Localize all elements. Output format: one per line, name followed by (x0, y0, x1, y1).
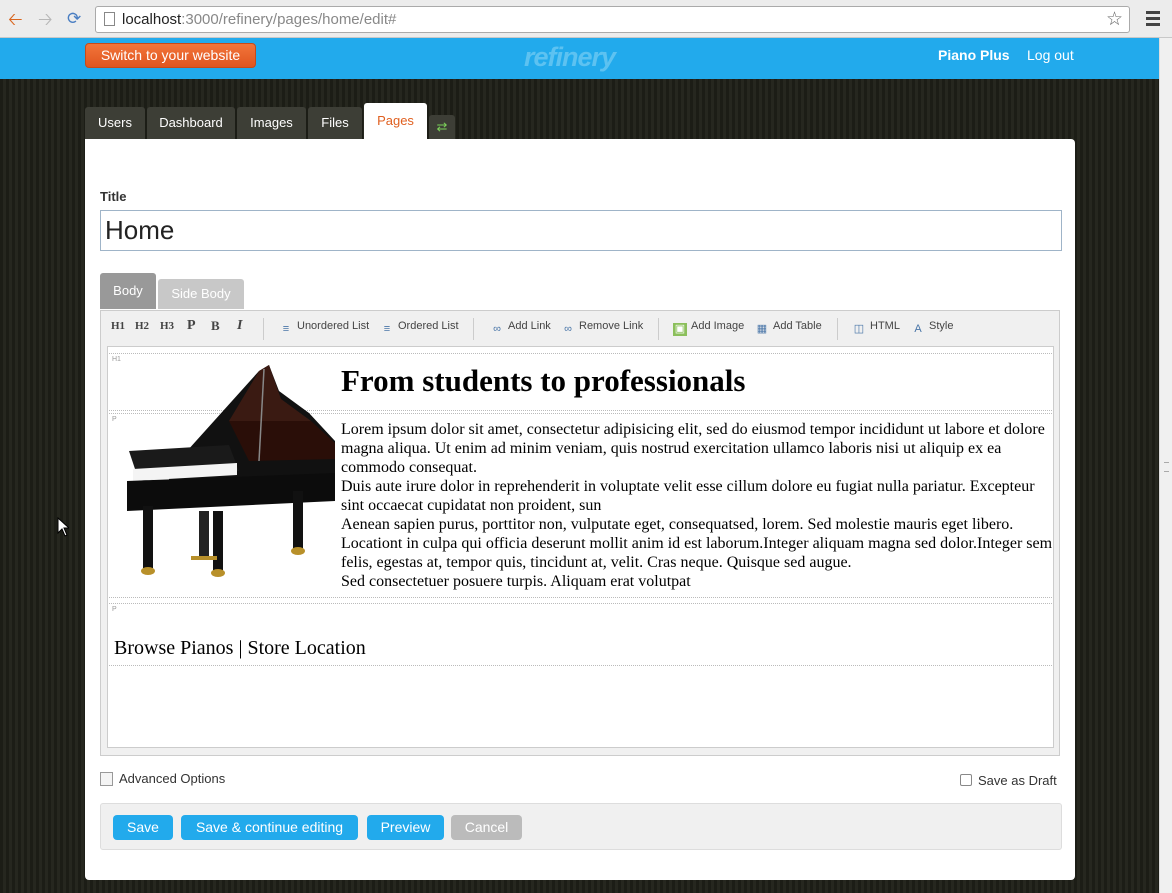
ordered-list-button[interactable]: ≡ Ordered List (380, 320, 459, 336)
content-links-line[interactable]: Browse Pianos | Store Location (114, 637, 366, 660)
advanced-options-link[interactable]: Advanced Options (100, 771, 225, 786)
browser-menu-icon[interactable] (1146, 11, 1160, 29)
page-icon (104, 12, 115, 26)
tab-dashboard[interactable]: Dashboard (147, 107, 235, 139)
tab-pages[interactable]: Pages (364, 103, 427, 139)
cancel-button[interactable]: Cancel (451, 815, 522, 840)
ordered-list-icon: ≡ (383, 323, 391, 335)
editor-content[interactable]: H1 P P From students to professionals Lo… (107, 346, 1054, 748)
content-paragraph[interactable]: Lorem ipsum dolor sit amet, consectetur … (341, 420, 1053, 591)
save-button[interactable]: Save (113, 815, 173, 840)
html-button[interactable]: ◫ HTML (852, 320, 900, 336)
preview-button[interactable]: Preview (367, 815, 444, 840)
mouse-cursor-icon (57, 517, 69, 537)
save-as-draft-option[interactable]: Save as Draft (960, 773, 1057, 788)
html-icon: ◫ (853, 323, 865, 335)
remove-link-button[interactable]: ∞ Remove Link (561, 320, 643, 336)
title-label: Title (100, 189, 127, 204)
title-input[interactable]: Home (100, 210, 1062, 251)
tab-users[interactable]: Users (85, 107, 145, 139)
url-text: localhost:3000/refinery/pages/home/edit# (122, 11, 397, 28)
reload-icon[interactable]: ⟳ (67, 9, 81, 29)
table-icon: ▦ (756, 323, 768, 335)
image-icon: ▣ (673, 323, 687, 336)
forward-icon[interactable]: 🡢 (38, 9, 53, 29)
tab-images[interactable]: Images (237, 107, 306, 139)
bookmark-star-icon[interactable]: ☆ (1106, 8, 1123, 31)
unlink-icon: ∞ (564, 323, 572, 335)
wysiwyg-editor: H1 H2 H3 P B I ≡ Unordered List ≡ Ordered … (100, 310, 1060, 756)
page-options-icon (100, 772, 113, 786)
unordered-list-button[interactable]: ≡ Unordered List (279, 320, 369, 336)
paragraph-button[interactable]: P (187, 318, 196, 334)
save-as-draft-checkbox[interactable] (960, 774, 972, 786)
scrollbar-grip[interactable] (1164, 462, 1169, 472)
block-tag-p: P (112, 606, 117, 613)
style-button[interactable]: A Style (911, 320, 953, 336)
page-scrollbar[interactable] (1159, 38, 1172, 893)
h3-button[interactable]: H3 (160, 320, 174, 332)
switch-to-website-button[interactable]: Switch to your website (85, 43, 256, 68)
form-actions: Save Save & continue editing Preview Can… (100, 803, 1062, 850)
tab-files[interactable]: Files (308, 107, 362, 139)
logout-link[interactable]: Log out (1027, 47, 1074, 63)
unordered-list-icon: ≡ (282, 323, 290, 335)
link-icon: ∞ (493, 323, 501, 335)
refinery-logo: refinery (524, 42, 616, 72)
grand-piano-image[interactable] (109, 351, 335, 583)
site-header: Switch to your website refinery Piano Pl… (0, 38, 1159, 79)
style-icon: A (914, 323, 922, 335)
tab-body[interactable]: Body (100, 273, 156, 309)
back-icon[interactable]: 🡠 (8, 9, 23, 29)
browser-toolbar: 🡠 🡢 ⟳ localhost:3000/refinery/pages/home… (0, 0, 1172, 38)
tab-side-body[interactable]: Side Body (158, 279, 244, 309)
h1-button[interactable]: H1 (111, 320, 125, 332)
save-continue-button[interactable]: Save & continue editing (181, 815, 358, 840)
shuffle-icon[interactable]: ⇄ (429, 115, 455, 139)
content-heading[interactable]: From students to professionals (341, 363, 745, 399)
h2-button[interactable]: H2 (135, 320, 149, 332)
add-link-button[interactable]: ∞ Add Link (490, 320, 551, 336)
italic-button[interactable]: I (237, 318, 242, 334)
address-bar[interactable]: localhost:3000/refinery/pages/home/edit#… (95, 6, 1130, 33)
add-image-button[interactable]: ▣ Add Image (673, 320, 744, 336)
editor-toolbar: H1 H2 H3 P B I ≡ Unordered List ≡ Ordered … (101, 311, 1059, 345)
bold-button[interactable]: B (211, 318, 220, 334)
add-table-button[interactable]: ▦ Add Table (755, 320, 822, 336)
user-link[interactable]: Piano Plus (938, 47, 1010, 63)
